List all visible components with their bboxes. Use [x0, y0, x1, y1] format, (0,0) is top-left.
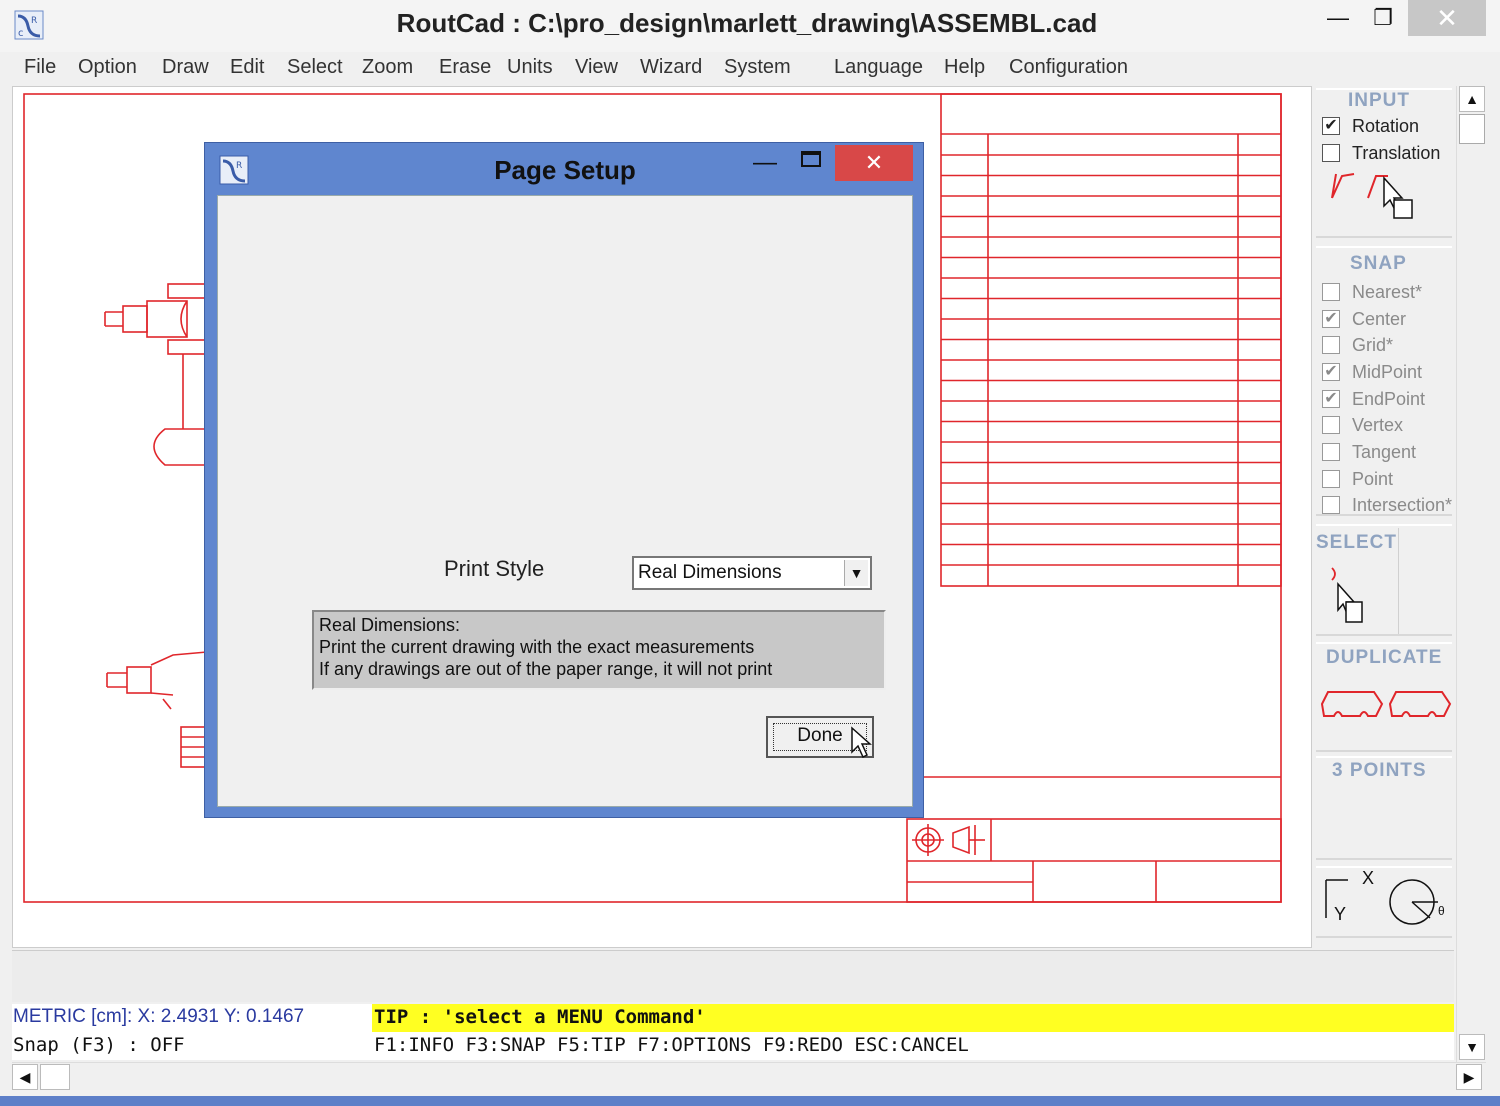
scroll-left-button[interactable]: ◀	[12, 1064, 38, 1090]
rotation-option[interactable]: ✔ Rotation	[1322, 114, 1419, 138]
menu-help[interactable]: Help	[944, 56, 985, 79]
tip-bar: TIP : 'select a MENU Command'	[372, 1004, 1454, 1032]
dialog-maximize-button[interactable]	[801, 151, 821, 167]
snap-midpoint-label: MidPoint	[1352, 361, 1423, 382]
snap-point-label: Point	[1352, 468, 1394, 489]
menu-draw[interactable]: Draw	[162, 56, 209, 79]
close-button[interactable]: ✕	[1408, 0, 1486, 36]
maximize-button[interactable]: ❐	[1358, 0, 1408, 36]
snap-endpoint-label: EndPoint	[1352, 388, 1426, 409]
snap-nearest-option[interactable]: Nearest*	[1322, 280, 1422, 304]
snap-point-option[interactable]: Point	[1322, 467, 1393, 491]
snap-tangent-label: Tangent	[1352, 441, 1417, 462]
minimize-button[interactable]: —	[1313, 0, 1363, 36]
scroll-up-button[interactable]: ▲	[1459, 86, 1485, 112]
description-line: If any drawings are out of the paper ran…	[319, 659, 773, 679]
rotation-checkbox[interactable]: ✔	[1322, 117, 1340, 135]
angle-symbol: θ	[1438, 904, 1445, 918]
description-line: Print the current drawing with the exact…	[319, 637, 755, 657]
shortcut-keys-bar: F1:INFO F3:SNAP F5:TIP F7:OPTIONS F9:RED…	[372, 1032, 1454, 1060]
menu-configuration[interactable]: Configuration	[1009, 56, 1128, 79]
title-bar: R c RoutCad : C:\pro_design\marlett_draw…	[0, 0, 1500, 52]
mouse-pointer-icon	[851, 726, 872, 759]
snap-center-checkbox[interactable]: ✔	[1322, 310, 1340, 328]
snap-endpoint-checkbox[interactable]: ✔	[1322, 390, 1340, 408]
select-title: SELECT	[1316, 532, 1397, 553]
snap-intersection-option[interactable]: Intersection*	[1322, 493, 1452, 517]
dialog-minimize-button[interactable]: —	[753, 149, 777, 177]
snap-tangent-option[interactable]: Tangent	[1322, 440, 1416, 464]
snap-intersection-label: Intersection*	[1352, 494, 1453, 515]
snap-point-checkbox[interactable]	[1322, 470, 1340, 488]
translation-checkbox[interactable]	[1322, 144, 1340, 162]
dialog-close-button[interactable]: ✕	[835, 145, 913, 181]
dropdown-arrow-icon[interactable]: ▼	[844, 560, 868, 586]
snap-tangent-checkbox[interactable]	[1322, 443, 1340, 461]
page-setup-dialog: R Page Setup — ✕ Print Style Real Dimens…	[204, 142, 924, 818]
scroll-right-button[interactable]: ▶	[1456, 1064, 1482, 1090]
duplicate-tool-icon[interactable]	[1320, 686, 1452, 722]
horizontal-scrollbar[interactable]: ◀ ▶	[12, 1062, 1486, 1090]
snap-intersection-checkbox[interactable]	[1322, 496, 1340, 514]
select-divider	[1398, 528, 1399, 634]
menu-language[interactable]: Language	[834, 56, 923, 79]
print-style-select[interactable]: Real Dimensions ▼	[632, 556, 872, 590]
scroll-down-button[interactable]: ▼	[1459, 1034, 1485, 1060]
print-style-value: Real Dimensions	[638, 562, 782, 583]
snap-grid-option[interactable]: Grid*	[1322, 333, 1393, 357]
menu-file[interactable]: File	[24, 56, 56, 79]
snap-nearest-label: Nearest*	[1352, 281, 1423, 302]
duplicate-title: DUPLICATE	[1326, 647, 1443, 668]
rotation-label: Rotation	[1352, 115, 1420, 136]
print-style-label: Print Style	[444, 556, 545, 581]
print-style-description: Real Dimensions: Print the current drawi…	[312, 610, 886, 690]
translation-label: Translation	[1352, 142, 1441, 163]
snap-center-option[interactable]: ✔ Center	[1322, 307, 1406, 331]
axis-x-label: X	[1362, 868, 1375, 888]
snap-midpoint-option[interactable]: ✔ MidPoint	[1322, 360, 1422, 384]
snap-vertex-label: Vertex	[1352, 414, 1404, 435]
menu-select[interactable]: Select	[287, 56, 343, 79]
menu-bar: File Option Draw Edit Select Zoom Erase …	[12, 52, 1486, 86]
coordinate-readout: METRIC [cm]: X: 2.4931 Y: 0.1467	[12, 1004, 372, 1032]
description-line: Real Dimensions:	[319, 615, 461, 635]
scroll-thumb[interactable]	[1459, 114, 1485, 144]
snap-status: Snap (F3) : OFF	[12, 1032, 372, 1060]
snap-grid-checkbox[interactable]	[1322, 336, 1340, 354]
menu-zoom[interactable]: Zoom	[362, 56, 413, 79]
snap-endpoint-option[interactable]: ✔ EndPoint	[1322, 387, 1425, 411]
snap-vertex-checkbox[interactable]	[1322, 416, 1340, 434]
menu-erase[interactable]: Erase	[439, 56, 491, 79]
translation-option[interactable]: Translation	[1322, 141, 1440, 165]
menu-view[interactable]: View	[575, 56, 618, 79]
axis-icon[interactable]	[1322, 870, 1392, 932]
hscroll-thumb[interactable]	[40, 1064, 70, 1090]
menu-units[interactable]: Units	[507, 56, 553, 79]
window-title: RoutCad : C:\pro_design\marlett_drawing\…	[396, 8, 1098, 38]
command-line[interactable]	[12, 950, 1454, 1002]
snap-center-label: Center	[1352, 308, 1407, 329]
snap-vertex-option[interactable]: Vertex	[1322, 413, 1403, 437]
menu-edit[interactable]: Edit	[230, 56, 264, 79]
select-tool-icon[interactable]	[1328, 564, 1368, 628]
snap-title: SNAP	[1350, 253, 1407, 274]
snap-grid-label: Grid*	[1352, 334, 1394, 355]
axis-y-label: Y	[1334, 904, 1347, 924]
menu-wizard[interactable]: Wizard	[640, 56, 702, 79]
vertical-scrollbar[interactable]: ▲ ▼	[1456, 86, 1486, 1062]
menu-system[interactable]: System	[724, 56, 791, 79]
dialog-body: Print Style Real Dimensions ▼ Real Dimen…	[217, 195, 913, 807]
window-bottom-border	[0, 1096, 1500, 1106]
angle-icon[interactable]	[1386, 874, 1452, 930]
snap-midpoint-checkbox[interactable]: ✔	[1322, 363, 1340, 381]
snap-nearest-checkbox[interactable]	[1322, 283, 1340, 301]
input-title: INPUT	[1348, 90, 1410, 111]
tool-panel: INPUT ✔ Rotation Translation SNAP Neares…	[1314, 86, 1454, 948]
rotate-tool-icon[interactable]	[1328, 172, 1438, 222]
three-points-title: 3 POINTS	[1332, 760, 1427, 781]
menu-option[interactable]: Option	[78, 56, 137, 79]
